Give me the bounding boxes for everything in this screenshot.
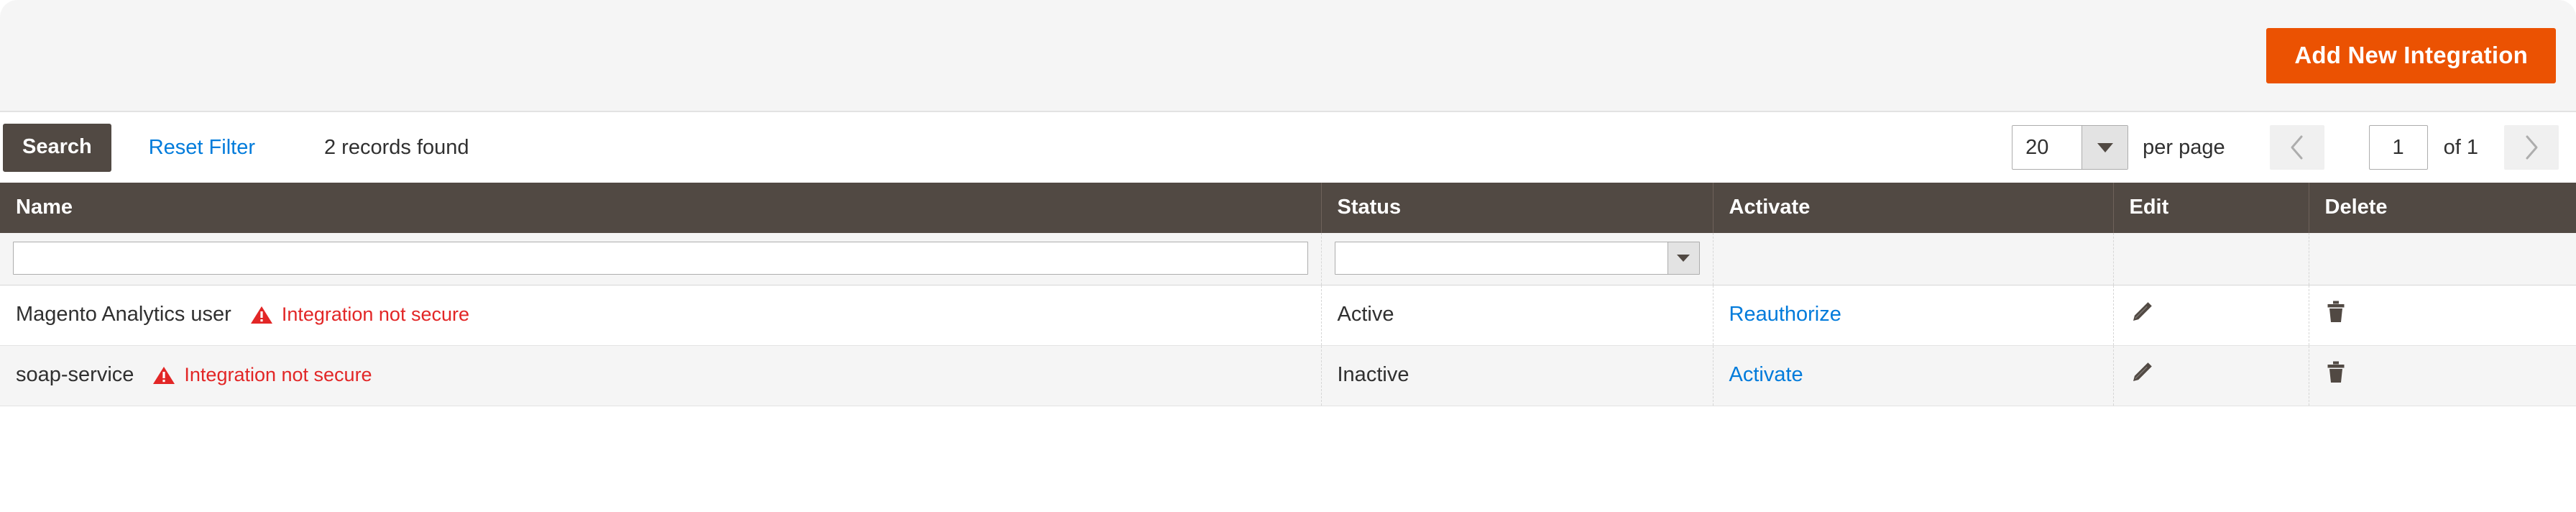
records-found-label: 2 records found	[324, 135, 469, 159]
cell-activate: Activate	[1713, 345, 2114, 406]
edit-button[interactable]	[2130, 360, 2154, 385]
name-cell-content: Magento Analytics user Integration not s…	[16, 303, 1305, 326]
warning-triangle-icon	[250, 306, 272, 324]
chevron-down-icon	[1677, 255, 1690, 262]
column-header-name[interactable]: Name	[0, 183, 1322, 233]
trash-icon	[2327, 361, 2344, 383]
status-filter-arrow[interactable]	[1667, 242, 1699, 275]
total-pages-label: of 1	[2443, 135, 2478, 159]
integration-name: Magento Analytics user	[16, 303, 231, 326]
previous-page-button[interactable]	[2269, 125, 2324, 170]
trash-icon	[2327, 301, 2344, 322]
integrations-grid: Name Status Activate Edit Delete Magento…	[0, 183, 2576, 406]
filter-cell-delete	[2309, 233, 2576, 285]
security-warning-text: Integration not secure	[184, 364, 372, 385]
per-page-dropdown-arrow[interactable]	[2082, 126, 2128, 169]
column-header-activate[interactable]: Activate	[1713, 183, 2114, 233]
grid-header: Name Status Activate Edit Delete	[0, 183, 2576, 233]
warning-triangle-icon	[153, 366, 175, 384]
cell-delete	[2309, 285, 2576, 346]
per-page-select[interactable]: 20	[2012, 125, 2129, 170]
cell-status[interactable]: Active	[1321, 285, 1714, 346]
grid-toolbar-left: Search Reset Filter 2 records found	[0, 123, 469, 172]
cell-name[interactable]: Magento Analytics user Integration not s…	[0, 285, 1322, 346]
current-page-input[interactable]	[2368, 125, 2428, 170]
next-page-button[interactable]	[2504, 125, 2559, 170]
cell-edit	[2113, 285, 2309, 346]
cell-delete	[2309, 345, 2576, 406]
column-header-edit[interactable]: Edit	[2113, 183, 2309, 233]
security-warning: Integration not secure	[152, 364, 372, 386]
cell-name[interactable]: soap-service Integration not secure	[0, 345, 1322, 406]
chevron-right-icon	[2526, 135, 2538, 160]
integration-name: soap-service	[16, 363, 134, 386]
filter-cell-status	[1321, 233, 1714, 285]
column-header-delete[interactable]: Delete	[2309, 183, 2576, 233]
per-page-value: 20	[2025, 135, 2049, 159]
search-button[interactable]: Search	[3, 123, 111, 172]
cell-edit	[2113, 345, 2309, 406]
activate-link[interactable]: Activate	[1729, 363, 1803, 386]
reset-filter-link[interactable]: Reset Filter	[149, 136, 255, 160]
grid-toolbar: Search Reset Filter 2 records found 20 p…	[0, 112, 2576, 183]
column-header-status[interactable]: Status	[1321, 183, 1714, 233]
table-row[interactable]: Magento Analytics user Integration not s…	[0, 285, 2576, 346]
filter-cell-edit	[2113, 233, 2309, 285]
cell-activate: Reauthorize	[1713, 285, 2114, 346]
grid-header-row: Name Status Activate Edit Delete	[0, 183, 2576, 233]
edit-button[interactable]	[2130, 300, 2154, 324]
chevron-left-icon	[2291, 135, 2303, 160]
pencil-icon	[2133, 362, 2152, 381]
filter-cell-activate	[1713, 233, 2114, 285]
page-actions-bar: Add New Integration	[0, 0, 2576, 112]
grid-body: Magento Analytics user Integration not s…	[0, 233, 2576, 406]
name-filter-input[interactable]	[13, 242, 1308, 275]
integrations-page: Add New Integration Search Reset Filter …	[0, 0, 2576, 512]
delete-button[interactable]	[2325, 360, 2347, 385]
cell-status[interactable]: Inactive	[1321, 345, 1714, 406]
pencil-icon	[2133, 301, 2152, 321]
security-warning: Integration not secure	[250, 303, 469, 326]
status-filter-value	[1335, 242, 1668, 274]
chevron-down-icon	[2097, 142, 2113, 152]
delete-button[interactable]	[2325, 300, 2347, 324]
table-row[interactable]: soap-service Integration not secure Inac…	[0, 345, 2576, 406]
grid-filter-row	[0, 233, 2576, 285]
per-page-label: per page	[2143, 135, 2225, 159]
status-filter-select[interactable]	[1334, 242, 1700, 275]
reauthorize-link[interactable]: Reauthorize	[1729, 303, 1841, 326]
security-warning-text: Integration not secure	[281, 303, 469, 325]
filter-cell-name	[0, 233, 1322, 285]
add-new-integration-button[interactable]: Add New Integration	[2266, 27, 2556, 83]
grid-toolbar-right: 20 per page of 1	[2012, 125, 2559, 170]
name-cell-content: soap-service Integration not secure	[16, 363, 1305, 387]
